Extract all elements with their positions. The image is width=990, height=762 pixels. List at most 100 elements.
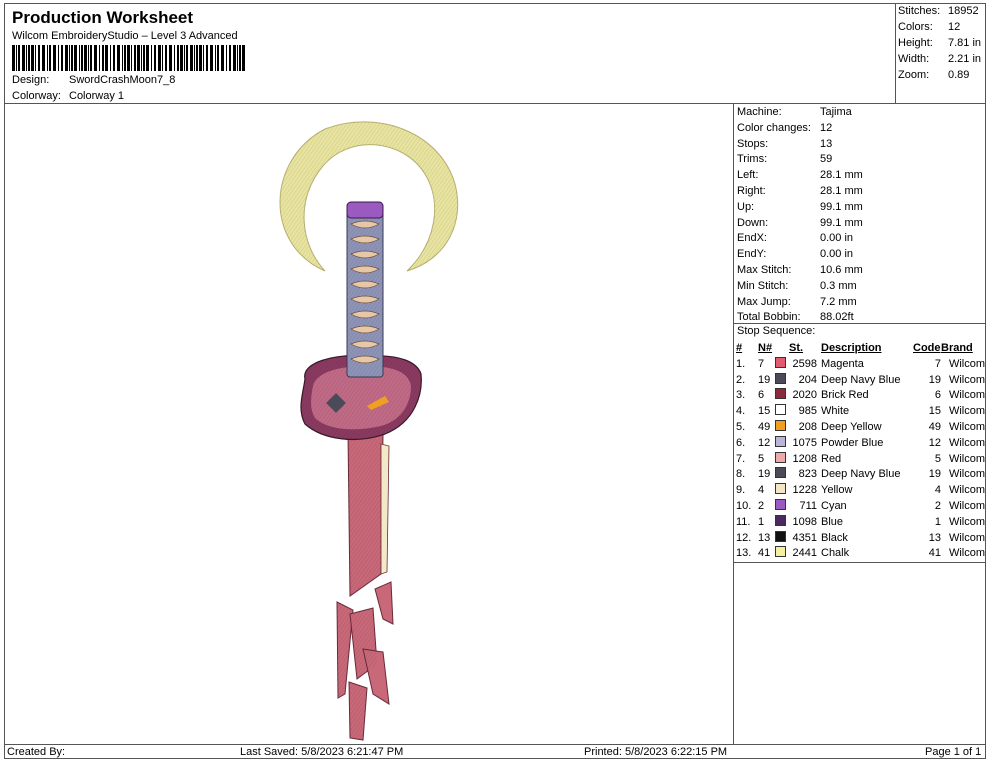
- colors-value: 12: [948, 21, 961, 33]
- machine-info-value: 28.1 mm: [820, 169, 863, 182]
- stop-index: 13.: [736, 547, 752, 560]
- stop-swatch: [775, 467, 789, 483]
- stop-description: Magenta: [821, 357, 864, 370]
- stop-code: 19: [928, 373, 941, 386]
- stop-sequence-header: # N# St. Description Code Brand: [736, 341, 985, 357]
- zoom-row: Zoom: 0.89: [898, 69, 969, 81]
- stop-stitches: 4351: [792, 531, 817, 544]
- machine-info-value: 59: [820, 153, 833, 166]
- machine-info-row: Max Stitch: 10.6 mm: [737, 263, 863, 278]
- stop-code: 15: [928, 405, 941, 418]
- stop-stitches: 208: [798, 420, 817, 433]
- machine-info-row: Machine: Tajima: [737, 105, 852, 120]
- stop-description: Black: [821, 531, 848, 544]
- machine-info-value: Tajima: [820, 106, 852, 118]
- stop-index: 3.: [736, 389, 746, 402]
- stop-brand: Wilcom: [948, 531, 985, 544]
- design-preview: [5, 104, 733, 744]
- worksheet-header: Production Worksheet Wilcom EmbroiderySt…: [4, 3, 896, 104]
- machine-info-row: Color changes: 12: [737, 121, 832, 136]
- stop-needle: 7: [758, 357, 765, 370]
- stop-row: 9. 4 1228 Yellow 4 Wilcom: [736, 483, 985, 499]
- machine-info-row: Min Stitch: 0.3 mm: [737, 279, 857, 294]
- stop-index: 5.: [736, 420, 746, 433]
- stop-brand: Wilcom: [948, 405, 985, 418]
- stop-needle: 49: [758, 420, 771, 433]
- stop-needle: 12: [758, 436, 771, 449]
- stop-index: 1.: [736, 357, 746, 370]
- stop-code: 5: [934, 452, 941, 465]
- divider: [734, 323, 986, 324]
- stop-swatch: [775, 435, 789, 452]
- color-swatch: [775, 435, 786, 447]
- machine-info-row: Max Jump: 7.2 mm: [737, 295, 857, 310]
- stop-code: 49: [928, 420, 941, 433]
- machine-info-label: Down:: [737, 216, 769, 229]
- stop-stitches: 1228: [792, 484, 817, 497]
- stop-needle: 5: [758, 452, 765, 465]
- stop-stitches: 2020: [792, 389, 817, 402]
- stop-needle: 13: [758, 531, 771, 544]
- machine-info-row: Trims: 59: [737, 152, 832, 167]
- stop-code: 12: [928, 436, 941, 449]
- stop-code: 1: [934, 515, 941, 528]
- stop-description: Deep Navy Blue: [821, 373, 901, 386]
- color-swatch: [775, 372, 786, 384]
- stop-row: 1. 7 2598 Magenta 7 Wilcom: [736, 356, 985, 373]
- stop-row: 8. 19 823 Deep Navy Blue 19 Wilcom: [736, 467, 985, 483]
- stop-code: 41: [928, 547, 941, 560]
- design-value: SwordCrashMoon7_8: [69, 74, 176, 86]
- zoom-value: 0.89: [948, 69, 970, 81]
- stop-stitches: 823: [798, 468, 817, 481]
- colorway-label: Colorway:: [12, 90, 61, 102]
- stop-row: 3. 6 2020 Brick Red 6 Wilcom: [736, 388, 985, 404]
- machine-info-label: Stops:: [737, 137, 769, 150]
- machine-info-row: EndX: 0.00 in: [737, 231, 853, 246]
- sword-moon-embroidery-image: [279, 121, 459, 741]
- stop-index: 2.: [736, 373, 746, 386]
- machine-info-label: Left:: [737, 169, 759, 182]
- machine-info-label: Machine:: [737, 106, 782, 118]
- stop-description: Yellow: [821, 484, 853, 497]
- stop-stitches: 2441: [792, 547, 817, 560]
- stitches-label: Stitches:: [898, 5, 941, 17]
- stop-code: 6: [934, 389, 941, 402]
- stop-index: 10.: [736, 499, 752, 512]
- stop-row: 6. 12 1075 Powder Blue 12 Wilcom: [736, 435, 985, 452]
- machine-info-label: EndX:: [737, 232, 767, 245]
- stop-sequence-title: Stop Sequence:: [737, 325, 816, 337]
- machine-info-label: Max Jump:: [737, 295, 791, 308]
- stop-brand: Wilcom: [948, 420, 985, 433]
- machine-info-label: Max Stitch:: [737, 264, 792, 276]
- stop-code: 13: [928, 531, 941, 544]
- machine-info-value: 99.1 mm: [820, 216, 863, 229]
- design-label: Design:: [12, 74, 50, 86]
- stop-code: 4: [934, 484, 941, 497]
- stop-brand: Wilcom: [948, 436, 985, 449]
- colors-row: Colors: 12: [898, 21, 960, 33]
- last-saved: Last Saved: 5/8/2023 6:21:47 PM: [240, 746, 404, 758]
- zoom-label: Zoom:: [898, 69, 930, 81]
- stop-stitches: 1075: [792, 436, 817, 449]
- color-swatch: [775, 530, 786, 542]
- color-swatch: [775, 404, 786, 416]
- machine-info-value: 13: [820, 137, 833, 150]
- stop-row: 2. 19 204 Deep Navy Blue 19 Wilcom: [736, 372, 985, 389]
- stop-description: Chalk: [821, 547, 850, 560]
- stop-swatch: [775, 546, 789, 562]
- stop-description: Deep Navy Blue: [821, 468, 901, 481]
- stop-description: Red: [821, 452, 842, 465]
- machine-info-value: 0.00 in: [820, 248, 854, 261]
- machine-info-value: 28.1 mm: [820, 185, 863, 197]
- stop-needle: 1: [758, 515, 765, 528]
- stop-swatch: [775, 451, 789, 468]
- stop-swatch: [775, 498, 789, 515]
- col-needle: N#: [758, 342, 773, 354]
- colorway-row: Colorway: Colorway 1: [12, 90, 124, 102]
- stop-index: 4.: [736, 405, 746, 418]
- stop-description: Powder Blue: [821, 436, 884, 449]
- stop-index: 8.: [736, 468, 746, 481]
- stop-description: Blue: [821, 515, 844, 528]
- stop-needle: 6: [758, 389, 765, 402]
- stop-row: 7. 5 1208 Red 5 Wilcom: [736, 451, 985, 468]
